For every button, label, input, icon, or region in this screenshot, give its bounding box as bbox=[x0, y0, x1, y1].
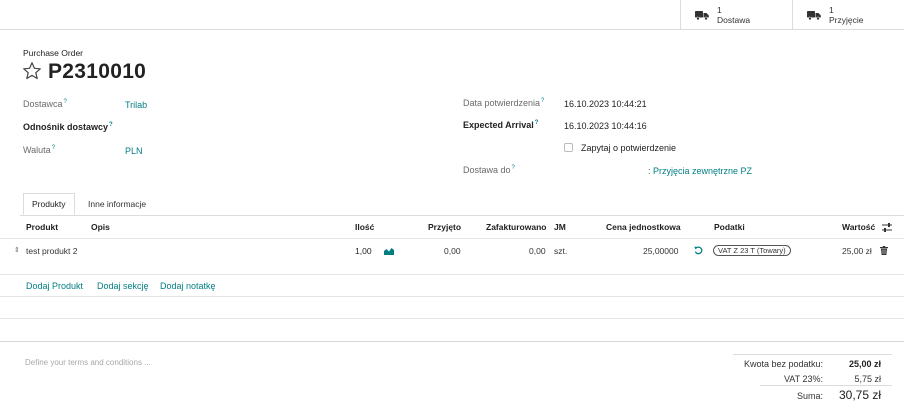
undo-price-icon[interactable] bbox=[694, 246, 703, 255]
tab-other-info[interactable]: Inne informacje bbox=[79, 193, 155, 215]
deliver-to-field[interactable]: : Przyjęcia zewnętrzne PZ bbox=[648, 166, 752, 176]
column-header-received[interactable]: Przyjęto bbox=[428, 222, 461, 232]
column-header-subtotal[interactable]: Wartość bbox=[842, 222, 875, 232]
ask-confirmation-checkbox[interactable] bbox=[564, 143, 573, 152]
untaxed-amount-value: 25,00 zł bbox=[848, 359, 881, 369]
help-icon: ? bbox=[541, 98, 545, 104]
star-icon[interactable] bbox=[22, 61, 42, 81]
terms-input[interactable]: Define your terms and conditions ... bbox=[25, 358, 151, 367]
row-uom[interactable]: szt. bbox=[554, 246, 567, 256]
total-label: Suma: bbox=[796, 391, 823, 401]
table-bottom-divider bbox=[0, 341, 904, 342]
deliver-to-label: Dostawa do? bbox=[463, 165, 515, 175]
ask-confirmation-label: Zapytaj o potwierdzenie bbox=[581, 143, 677, 153]
help-icon: ? bbox=[51, 145, 56, 151]
tabs-divider bbox=[20, 215, 904, 216]
vat-value: 5,75 zł bbox=[854, 374, 881, 384]
help-icon: ? bbox=[534, 120, 539, 126]
column-header-quantity[interactable]: Ilość bbox=[355, 222, 374, 232]
totals-divider bbox=[760, 385, 892, 386]
confirmation-date-field[interactable]: 16.10.2023 10:44:21 bbox=[564, 99, 647, 109]
untaxed-amount-label: Kwota bez podatku: bbox=[743, 359, 823, 369]
row-divider bbox=[0, 274, 904, 275]
delivery-label: Dostawa bbox=[717, 15, 751, 25]
help-icon: ? bbox=[511, 165, 515, 171]
row-invoiced: 0,00 bbox=[529, 246, 546, 256]
receipt-smart-button[interactable]: 1 Przyjęcie bbox=[792, 0, 904, 30]
add-note-link[interactable]: Dodaj notatkę bbox=[160, 281, 216, 291]
delivery-count: 1 bbox=[717, 5, 722, 15]
column-header-description[interactable]: Opis bbox=[91, 222, 110, 232]
expected-arrival-field[interactable]: 16.10.2023 10:44:16 bbox=[564, 121, 647, 131]
row-divider bbox=[0, 296, 904, 297]
expected-arrival-label: Expected Arrival? bbox=[463, 120, 539, 130]
currency-field[interactable]: PLN bbox=[125, 146, 143, 156]
row-divider bbox=[0, 318, 904, 319]
tax-badge[interactable]: VAT Z 23 T (Towary) bbox=[713, 245, 791, 256]
row-product[interactable]: test produkt 2 bbox=[26, 246, 78, 256]
add-product-link[interactable]: Dodaj Produkt bbox=[26, 281, 83, 291]
smart-buttons-bar: 1 Dostawa 1 Przyjęcie bbox=[0, 0, 904, 30]
optional-columns-icon[interactable] bbox=[882, 223, 892, 232]
truck-icon bbox=[807, 10, 821, 20]
row-received: 0,00 bbox=[444, 246, 461, 256]
drag-handle-icon[interactable]: ⇕ bbox=[14, 246, 20, 254]
row-subtotal: 25,00 zł bbox=[842, 246, 872, 256]
truck-icon bbox=[695, 10, 709, 20]
column-header-taxes[interactable]: Podatki bbox=[714, 222, 745, 232]
currency-label: Waluta? bbox=[23, 145, 56, 155]
add-section-link[interactable]: Dodaj sekcję bbox=[97, 281, 149, 291]
confirmation-date-label: Data potwierdzenia? bbox=[463, 98, 545, 108]
vendor-reference-label: Odnośnik dostawcy? bbox=[23, 122, 113, 132]
trash-icon[interactable] bbox=[880, 246, 888, 255]
column-header-invoiced[interactable]: Zafakturowano bbox=[486, 222, 546, 232]
total-value: 30,75 zł bbox=[838, 388, 881, 402]
page-title: P2310010 bbox=[48, 60, 147, 83]
totals-divider-top bbox=[733, 354, 892, 355]
receipt-count: 1 bbox=[829, 5, 834, 15]
help-icon: ? bbox=[109, 122, 113, 128]
vat-label: VAT 23%: bbox=[783, 374, 823, 384]
receipt-label: Przyjęcie bbox=[829, 15, 864, 25]
row-quantity[interactable]: 1,00 bbox=[355, 246, 372, 256]
delivery-smart-button[interactable]: 1 Dostawa bbox=[680, 0, 792, 30]
tab-products[interactable]: Produkty bbox=[23, 193, 75, 215]
vendor-field[interactable]: Trilab bbox=[125, 100, 147, 110]
record-type-label: Purchase Order bbox=[23, 48, 83, 58]
tax-badge-label: VAT Z 23 T (Towary) bbox=[713, 245, 791, 256]
row-unit-price[interactable]: 25,00000 bbox=[643, 246, 678, 256]
help-icon: ? bbox=[63, 99, 67, 105]
forecast-chart-icon[interactable] bbox=[384, 247, 394, 255]
column-header-unit-price[interactable]: Cena jednostkowa bbox=[606, 222, 681, 232]
column-header-uom[interactable]: JM bbox=[554, 222, 566, 232]
vendor-reference-input[interactable] bbox=[125, 118, 425, 132]
column-header-product[interactable]: Produkt bbox=[26, 222, 58, 232]
vendor-label: Dostawca? bbox=[23, 99, 67, 109]
